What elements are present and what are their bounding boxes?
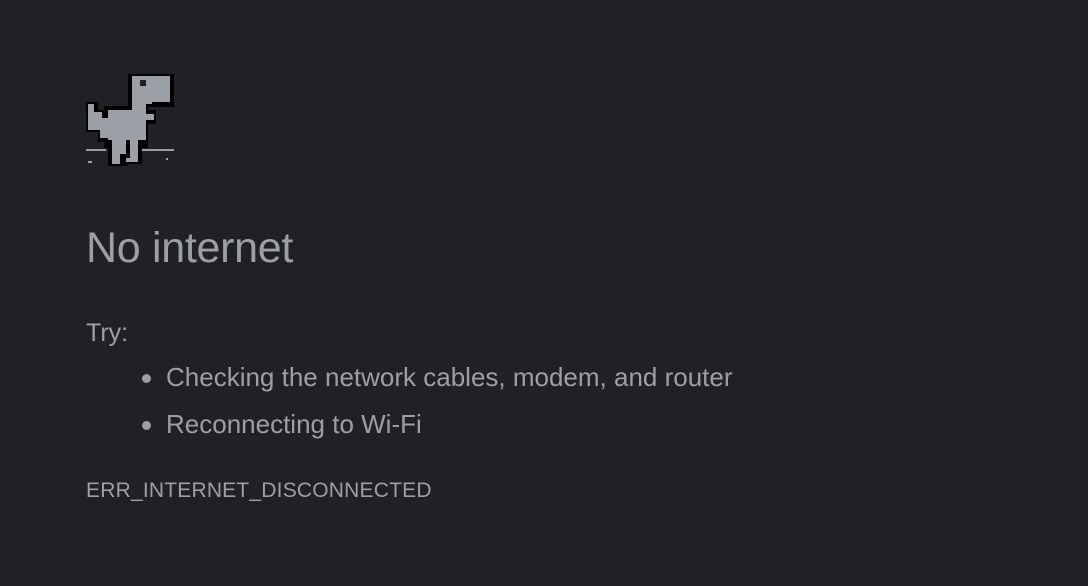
- error-code: ERR_INTERNET_DISCONNECTED: [86, 479, 432, 502]
- bullet-icon: [142, 374, 151, 383]
- bullet-icon: [142, 421, 151, 430]
- suggestions-list: Checking the network cables, modem, and …: [86, 362, 986, 439]
- error-page-content: No internet Try: Checking the network ca…: [86, 72, 986, 504]
- suggestion-text: Checking the network cables, modem, and …: [166, 362, 733, 392]
- suggestion-text: Reconnecting to Wi-Fi: [166, 409, 422, 439]
- page-title: No internet: [86, 224, 294, 272]
- suggestion-check-cables: Checking the network cables, modem, and …: [142, 362, 986, 392]
- suggestions-label: Try:: [86, 319, 129, 347]
- offline-dinosaur-icon[interactable]: [86, 72, 176, 168]
- suggestion-reconnect-wifi: Reconnecting to Wi-Fi: [142, 409, 986, 439]
